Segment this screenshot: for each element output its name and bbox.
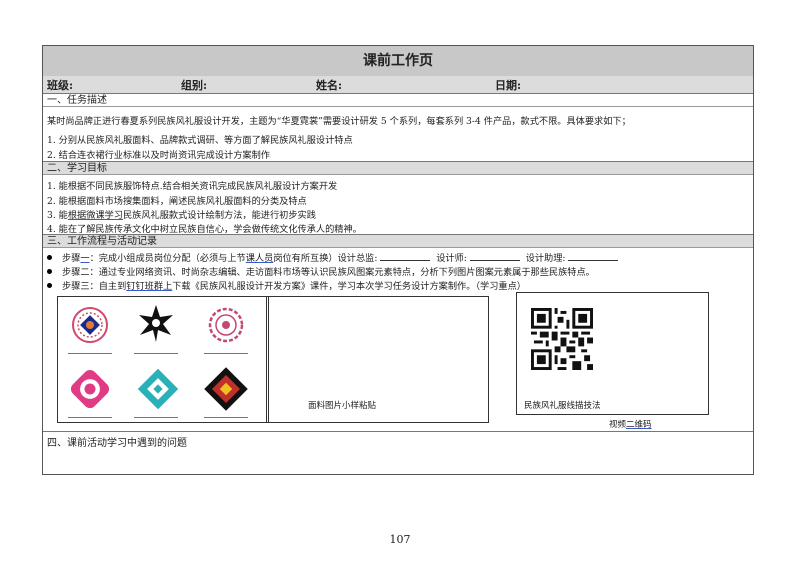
problems-input-area[interactable] <box>47 450 747 472</box>
bullet-icon <box>47 269 52 274</box>
bullet-icon <box>47 283 52 288</box>
micro-lesson-link[interactable]: 根据微课学习 <box>68 210 123 221</box>
fabric-sample-box[interactable]: 面料图片小样粘贴 <box>266 296 489 423</box>
qr-caption: 民族风礼服线描技法 <box>524 401 601 411</box>
pattern-box <box>57 296 269 423</box>
page-title: 课前工作页 <box>43 46 753 77</box>
pattern-emblem-2 <box>139 305 173 342</box>
group-label: 组别: <box>181 79 208 92</box>
name-label: 姓名: <box>316 79 343 92</box>
assistant-field[interactable] <box>568 251 619 261</box>
goals-heading: 二、学习目标 <box>43 161 753 175</box>
qr-code-icon[interactable] <box>531 308 593 370</box>
problems-heading: 四、课前活动学习中遇到的问题 <box>47 438 187 449</box>
class-label: 班级: <box>47 79 74 92</box>
step-1: 步骤一：完成小组成员岗位分配（必须与上节课人员岗位有所互换）设计总监: 设计师:… <box>47 250 619 264</box>
step-2: 步骤二：通过专业网络资讯、时尚杂志编辑、走访面料市场等认识民族风图案元素特点，分… <box>47 264 595 278</box>
task-item-2: 2. 结合连衣裙行业标准以及时尚资讯完成设计方案制作 <box>47 150 270 161</box>
pattern-emblem-6 <box>204 367 248 411</box>
bullet-icon <box>47 255 52 260</box>
task-item-1: 1. 分别从民族风礼服面料、品牌款式调研、等方面了解民族风礼服设计特点 <box>47 135 353 146</box>
goal-item-4: 4. 能在了解民族传承文化中树立民族自信心，学会做传统文化传承人的精神。 <box>47 224 362 235</box>
pattern-emblem-1 <box>72 307 108 343</box>
qr-box: 民族风礼服线描技法 <box>516 292 709 415</box>
task-heading: 一、任务描述 <box>43 93 753 107</box>
video-qr-link[interactable]: 二维码 <box>626 420 652 430</box>
step-3: 步骤三：自主到钉钉班群上下载《民族风礼服设计开发方案》课件，学习本次学习任务设计… <box>47 278 526 292</box>
pattern-emblem-3 <box>208 307 244 343</box>
goal-item-2: 2. 能根据面料市场搜集面料，阐述民族风礼服面料的分类及特点 <box>47 196 307 207</box>
task-intro: 某时尚品牌正进行春夏系列民族风礼服设计开发，主题为“华夏霓裳”需要设计研发 5 … <box>47 116 631 127</box>
pattern-emblem-4 <box>70 369 110 409</box>
director-field[interactable] <box>380 251 431 261</box>
date-label: 日期: <box>495 79 522 92</box>
process-heading: 三、工作流程与活动记录 <box>43 234 753 248</box>
dingtalk-group-link[interactable]: 钉钉班群上 <box>126 281 172 292</box>
worksheet-table: 课前工作页 班级: 组别: 姓名: 日期: 一、任务描述 某时尚品牌正进行春夏系… <box>42 45 754 475</box>
video-qr-label: 视频二维码 <box>609 420 652 430</box>
goal-item-1: 1. 能根据不同民族服饰特点.结合相关资讯完成民族风礼服设计方案开发 <box>47 181 338 192</box>
info-row: 班级: 组别: 姓名: 日期: <box>43 76 753 94</box>
page-number: 107 <box>389 533 411 546</box>
pattern-emblem-5 <box>137 368 179 410</box>
goal-item-3: 3. 能根据微课学习民族风礼服款式设计绘制方法，能进行初步实践 <box>47 210 316 221</box>
designer-field[interactable] <box>469 251 520 261</box>
fabric-caption: 面料图片小样粘贴 <box>308 401 377 411</box>
